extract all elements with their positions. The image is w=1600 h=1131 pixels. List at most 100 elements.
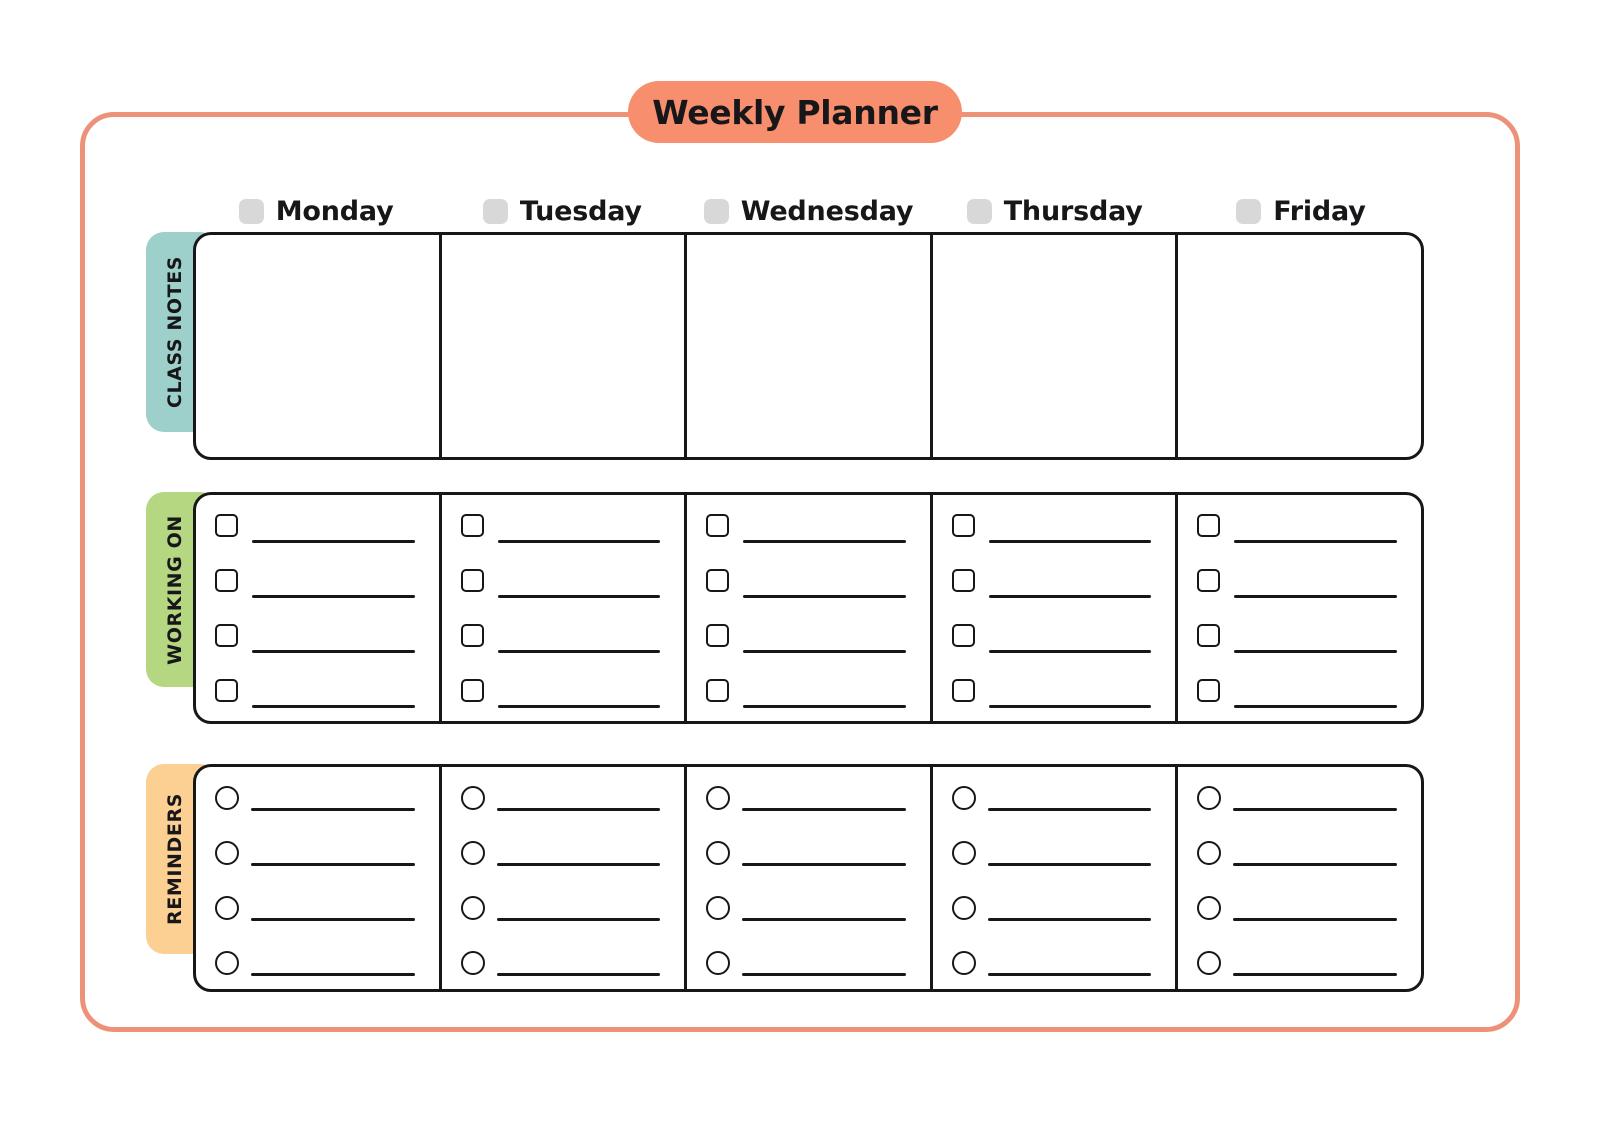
day-chip-icon[interactable] bbox=[966, 198, 992, 224]
checkbox-icon[interactable] bbox=[706, 624, 730, 647]
write-line[interactable] bbox=[251, 808, 415, 811]
checkbox-icon[interactable] bbox=[1197, 569, 1221, 592]
radio-circle-icon[interactable] bbox=[215, 786, 239, 810]
write-line[interactable] bbox=[988, 650, 1152, 653]
write-line[interactable] bbox=[1234, 595, 1397, 598]
checkbox-icon[interactable] bbox=[215, 514, 238, 537]
write-line[interactable] bbox=[743, 595, 906, 598]
checkbox-icon[interactable] bbox=[215, 679, 238, 702]
write-line[interactable] bbox=[988, 705, 1152, 708]
radio-circle-icon[interactable] bbox=[215, 896, 239, 920]
write-line[interactable] bbox=[496, 973, 661, 976]
checkbox-icon[interactable] bbox=[460, 624, 484, 647]
write-line[interactable] bbox=[497, 595, 661, 598]
radio-circle-icon[interactable] bbox=[706, 786, 731, 810]
radio-circle-icon[interactable] bbox=[460, 841, 485, 865]
write-line[interactable] bbox=[252, 650, 415, 653]
write-line[interactable] bbox=[252, 705, 415, 708]
checkbox-icon[interactable] bbox=[706, 569, 730, 592]
write-line[interactable] bbox=[987, 863, 1152, 866]
radio-circle-icon[interactable] bbox=[215, 951, 239, 975]
write-line[interactable] bbox=[496, 918, 661, 921]
write-line[interactable] bbox=[742, 973, 906, 976]
write-line[interactable] bbox=[251, 863, 415, 866]
write-line[interactable] bbox=[742, 918, 906, 921]
checkbox-icon[interactable] bbox=[1197, 514, 1221, 537]
write-line[interactable] bbox=[251, 918, 415, 921]
write-line[interactable] bbox=[743, 705, 906, 708]
write-line[interactable] bbox=[743, 650, 906, 653]
write-line[interactable] bbox=[987, 918, 1152, 921]
write-line[interactable] bbox=[251, 973, 415, 976]
checkbox-icon[interactable] bbox=[215, 569, 238, 592]
reminder-row bbox=[706, 951, 910, 989]
checkbox-icon[interactable] bbox=[951, 624, 975, 647]
radio-circle-icon[interactable] bbox=[215, 841, 239, 865]
write-line[interactable] bbox=[988, 540, 1152, 543]
radio-circle-icon[interactable] bbox=[706, 841, 731, 865]
notes-cell-wednesday[interactable] bbox=[687, 235, 933, 457]
radio-circle-icon[interactable] bbox=[460, 896, 485, 920]
write-line[interactable] bbox=[987, 973, 1152, 976]
write-line[interactable] bbox=[1234, 705, 1397, 708]
reminder-list bbox=[687, 767, 930, 989]
write-line[interactable] bbox=[988, 595, 1152, 598]
radio-circle-icon[interactable] bbox=[706, 896, 731, 920]
radio-circle-icon[interactable] bbox=[1197, 896, 1222, 920]
write-line[interactable] bbox=[743, 540, 906, 543]
checkbox-icon[interactable] bbox=[460, 569, 484, 592]
radio-circle-icon[interactable] bbox=[1197, 786, 1222, 810]
radio-circle-icon[interactable] bbox=[951, 896, 976, 920]
write-line[interactable] bbox=[1233, 918, 1397, 921]
radio-circle-icon[interactable] bbox=[951, 841, 976, 865]
write-line[interactable] bbox=[252, 540, 415, 543]
write-line[interactable] bbox=[1234, 540, 1397, 543]
checkbox-icon[interactable] bbox=[1197, 679, 1221, 702]
checkbox-icon[interactable] bbox=[460, 514, 484, 537]
reminder-row bbox=[706, 841, 910, 896]
radio-circle-icon[interactable] bbox=[706, 951, 731, 975]
radio-circle-icon[interactable] bbox=[951, 786, 976, 810]
write-line[interactable] bbox=[1233, 973, 1397, 976]
checkbox-icon[interactable] bbox=[460, 679, 484, 702]
notes-cell-thursday[interactable] bbox=[933, 235, 1179, 457]
day-chip-icon[interactable] bbox=[238, 198, 264, 224]
day-label-friday: Friday bbox=[1273, 195, 1366, 227]
day-chip-icon[interactable] bbox=[482, 198, 508, 224]
write-line[interactable] bbox=[497, 650, 661, 653]
notes-cell-friday[interactable] bbox=[1178, 235, 1421, 457]
day-header-row: Monday Tuesday Wednesday Thursday Friday bbox=[193, 190, 1424, 232]
write-line[interactable] bbox=[497, 705, 661, 708]
write-line[interactable] bbox=[496, 808, 661, 811]
write-line[interactable] bbox=[987, 808, 1152, 811]
write-line[interactable] bbox=[252, 595, 415, 598]
reminders-cell-friday bbox=[1178, 767, 1421, 989]
notes-cell-tuesday[interactable] bbox=[442, 235, 688, 457]
checkbox-icon[interactable] bbox=[951, 514, 975, 537]
reminder-row bbox=[460, 841, 665, 896]
write-line[interactable] bbox=[1233, 863, 1397, 866]
checkbox-icon[interactable] bbox=[706, 514, 730, 537]
write-line[interactable] bbox=[742, 808, 906, 811]
write-line[interactable] bbox=[1234, 650, 1397, 653]
task-row bbox=[460, 624, 665, 679]
radio-circle-icon[interactable] bbox=[951, 951, 976, 975]
write-line[interactable] bbox=[1233, 808, 1397, 811]
checkbox-icon[interactable] bbox=[215, 624, 238, 647]
radio-circle-icon[interactable] bbox=[1197, 951, 1222, 975]
notes-cell-monday[interactable] bbox=[196, 235, 442, 457]
checkbox-icon[interactable] bbox=[951, 679, 975, 702]
checkbox-icon[interactable] bbox=[951, 569, 975, 592]
task-row bbox=[460, 679, 665, 721]
radio-circle-icon[interactable] bbox=[1197, 841, 1222, 865]
day-chip-icon[interactable] bbox=[703, 198, 729, 224]
radio-circle-icon[interactable] bbox=[460, 951, 485, 975]
write-line[interactable] bbox=[496, 863, 661, 866]
write-line[interactable] bbox=[497, 540, 661, 543]
write-line[interactable] bbox=[742, 863, 906, 866]
radio-circle-icon[interactable] bbox=[460, 786, 485, 810]
checkbox-icon[interactable] bbox=[1197, 624, 1221, 647]
checkbox-icon[interactable] bbox=[706, 679, 730, 702]
day-chip-icon[interactable] bbox=[1236, 198, 1262, 224]
day-header-thursday: Thursday bbox=[932, 190, 1178, 232]
